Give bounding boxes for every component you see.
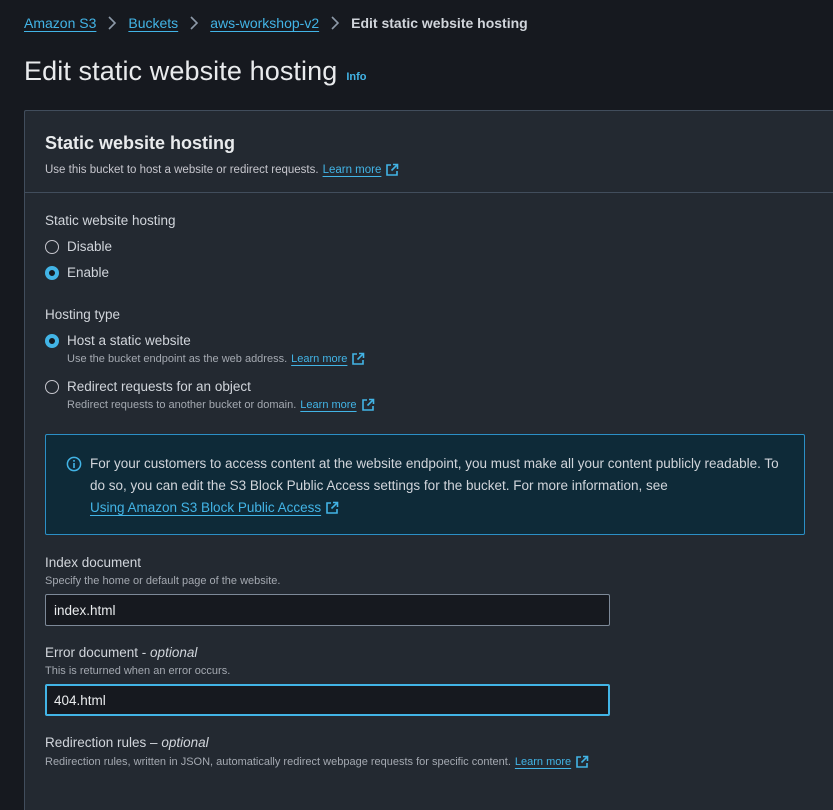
radio-circle[interactable] [45, 239, 59, 254]
hosting-label: Static website hosting [45, 213, 176, 228]
index-document-hint: Specify the home or default page of the … [45, 575, 281, 587]
info-alert-text: For your customers to access content at … [90, 453, 790, 519]
redirection-rules-learn-more-link[interactable]: Learn more [515, 755, 589, 769]
hosting-type-label: Hosting type [45, 307, 121, 322]
breadcrumb-current: Edit static website hosting [351, 15, 528, 31]
learn-more-label: Learn more [322, 164, 382, 176]
external-link-icon [386, 163, 399, 176]
error-document-input[interactable] [45, 684, 610, 716]
host-static-learn-more-link[interactable]: Learn more [291, 352, 365, 366]
index-document-label: Index document [45, 555, 142, 570]
info-circle-icon [66, 456, 82, 472]
chevron-right-icon [96, 16, 128, 30]
learn-more-label: Learn more [291, 353, 348, 365]
radio-circle-checked[interactable] [45, 333, 59, 348]
radio-circle[interactable] [45, 379, 59, 394]
radio-host-static-label: Host a static website [67, 333, 191, 348]
radio-redirect-label: Redirect requests for an object [67, 379, 251, 394]
radio-circle-checked[interactable] [45, 265, 59, 280]
redirect-hint-text: Redirect requests to another bucket or d… [67, 399, 297, 411]
error-document-label: Error document - optional [45, 645, 198, 660]
panel-title: Static website hosting [45, 133, 236, 153]
error-document-label-text: Error document [45, 645, 139, 660]
info-alert: For your customers to access content at … [45, 434, 805, 535]
redirection-rules-label: Redirection rules – optional [45, 735, 209, 750]
external-link-icon [576, 755, 589, 768]
optional-label: optional [161, 735, 209, 750]
external-link-icon [361, 398, 374, 411]
breadcrumb-bucket-name[interactable]: aws-workshop-v2 [210, 15, 319, 31]
block-public-access-link[interactable]: Using Amazon S3 Block Public Access [90, 497, 339, 519]
radio-enable[interactable]: Enable [45, 265, 109, 280]
redirect-learn-more-link[interactable]: Learn more [300, 398, 374, 412]
panel-description-text: Use this bucket to host a website or red… [45, 164, 319, 176]
panel-header: Static website hosting Use this bucket t… [25, 111, 833, 193]
external-link-icon [352, 352, 365, 365]
info-link[interactable]: Info [346, 71, 366, 83]
breadcrumb-buckets[interactable]: Buckets [128, 15, 178, 31]
radio-host-static[interactable]: Host a static website [45, 333, 191, 348]
optional-label: optional [150, 645, 198, 660]
static-website-hosting-panel: Static website hosting Use this bucket t… [24, 110, 833, 810]
error-document-hint: This is returned when an error occurs. [45, 665, 231, 677]
chevron-right-icon [178, 16, 210, 30]
breadcrumb-amazon-s3[interactable]: Amazon S3 [24, 15, 96, 31]
redirection-rules-label-text: Redirection rules [45, 735, 147, 750]
info-alert-message: For your customers to access content at … [90, 456, 779, 493]
breadcrumb: Amazon S3 Buckets aws-workshop-v2 Edit s… [24, 14, 528, 32]
external-link-icon [326, 501, 339, 514]
panel-learn-more-link[interactable]: Learn more [323, 163, 400, 177]
page-title: Edit static website hosting [24, 56, 338, 86]
panel-description: Use this bucket to host a website or red… [45, 163, 813, 177]
radio-disable-label: Disable [67, 239, 113, 254]
radio-disable[interactable]: Disable [45, 239, 112, 254]
chevron-right-icon [319, 16, 351, 30]
host-static-hint-text: Use the bucket endpoint as the web addre… [67, 353, 288, 365]
redirect-hint: Redirect requests to another bucket or d… [67, 398, 375, 412]
redirection-rules-hint: Redirection rules, written in JSON, auto… [45, 755, 589, 769]
learn-more-label: Learn more [300, 399, 357, 411]
host-static-hint: Use the bucket endpoint as the web addre… [67, 352, 365, 366]
index-document-input[interactable] [45, 594, 610, 626]
radio-redirect[interactable]: Redirect requests for an object [45, 379, 251, 394]
block-public-access-link-label: Using Amazon S3 Block Public Access [90, 500, 322, 515]
learn-more-label: Learn more [514, 756, 572, 768]
radio-enable-label: Enable [67, 265, 110, 280]
page-header: Edit static website hosting Info [24, 56, 367, 87]
redirection-rules-hint-text: Redirection rules, written in JSON, auto… [45, 756, 511, 768]
